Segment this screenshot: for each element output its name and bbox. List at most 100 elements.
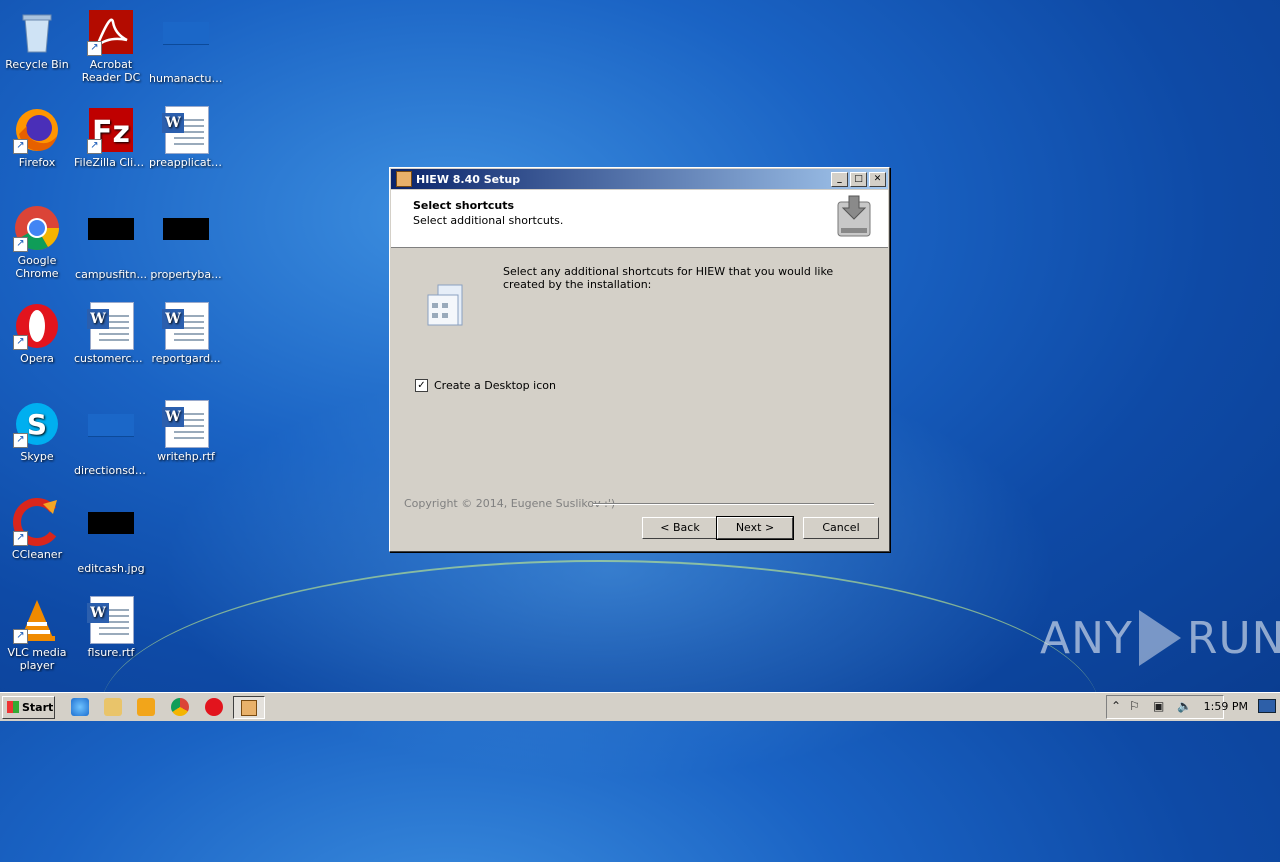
shortcut-arrow-icon: ↗ [13, 335, 28, 350]
desktop-icon-label: writehp.rtf [157, 450, 215, 463]
watermark-left: ANY [1040, 612, 1133, 664]
start-button[interactable]: Start [2, 696, 55, 719]
desktop-icon-label: customercat... [74, 352, 148, 365]
header-subtitle: Select additional shortcuts. [413, 214, 564, 227]
dialog-header: Select shortcuts Select additional short… [391, 190, 888, 248]
desktop-icon-recycle-bin[interactable]: Recycle Bin [0, 8, 74, 71]
setup-taskbar-icon [241, 700, 257, 716]
start-label: Start [22, 701, 54, 714]
desktop-icon-label: Firefox [18, 156, 56, 169]
clock[interactable]: 1:59 PM [1204, 700, 1248, 713]
chrome-icon: ↗ [13, 204, 61, 252]
back-button[interactable]: < Back [642, 517, 718, 539]
ccleaner-icon: ↗ [13, 498, 61, 546]
network-icon[interactable]: ▣ [1153, 699, 1164, 713]
skype-icon: S ↗ [13, 400, 61, 448]
close-button[interactable]: ✕ [869, 171, 886, 187]
desktop-icon-customercat[interactable]: W customercat... [74, 302, 148, 365]
desktop-icon-label: reportgard... [151, 352, 221, 365]
divider [593, 503, 874, 505]
image-icon [87, 218, 135, 266]
recycle-bin-icon [13, 8, 61, 56]
opera-icon: ↗ [13, 302, 61, 350]
desktop-icon-label: Acrobat Reader DC [81, 58, 141, 84]
desktop-icon-label: flsure.rtf [87, 646, 135, 659]
firefox-icon: ↗ [13, 106, 61, 154]
ie-taskbar-icon[interactable] [71, 698, 89, 716]
desktop-icon-vlc[interactable]: ↗ VLC media player [0, 596, 74, 672]
shortcut-arrow-icon: ↗ [13, 433, 28, 448]
anyrun-watermark: ANY RUN [1040, 610, 1280, 666]
shortcut-arrow-icon: ↗ [13, 629, 28, 644]
chrome-taskbar-icon[interactable] [171, 698, 189, 716]
desktop-icon-editcash[interactable]: editcash.jpg [74, 498, 148, 575]
explorer-taskbar-icon[interactable] [104, 698, 122, 716]
opera-taskbar-icon[interactable] [205, 698, 223, 716]
chevron-up-icon[interactable]: ⌃ [1111, 699, 1121, 713]
desktop-icon-label: Opera [20, 352, 54, 365]
shortcuts-icon [424, 281, 472, 331]
desktop-icon-acrobat[interactable]: ↗ Acrobat Reader DC [74, 8, 148, 84]
shortcut-arrow-icon: ↗ [13, 139, 28, 154]
media-player-taskbar-icon[interactable] [137, 698, 155, 716]
filezilla-icon: Fz ↗ [87, 106, 135, 154]
desktop-icon-label: VLC media player [7, 646, 67, 672]
desktop-icon-checkbox[interactable]: ✓ Create a Desktop icon [415, 379, 556, 392]
play-triangle-icon [1138, 610, 1181, 666]
acrobat-icon: ↗ [87, 8, 135, 56]
app-icon [396, 171, 412, 187]
setup-dialog: HIEW 8.40 Setup _ □ ✕ Select shortcuts S… [389, 167, 890, 552]
desktop-icon-humanactua[interactable]: humanactua... [149, 8, 223, 85]
checkbox-label: Create a Desktop icon [434, 379, 556, 392]
hiew-setup-taskbar-button[interactable] [233, 696, 265, 719]
flag-icon[interactable]: ⚐ [1129, 699, 1140, 713]
checkbox-check-icon[interactable]: ✓ [415, 379, 428, 392]
desktop-icon-preapplicati[interactable]: W preapplicati... [149, 106, 223, 169]
desktop-icon-label: editcash.jpg [77, 562, 145, 575]
desktop-icon-skype[interactable]: S ↗ Skype [0, 400, 74, 463]
shortcut-arrow-icon: ↗ [13, 237, 28, 252]
desktop-icon-chrome[interactable]: ↗ Google Chrome [0, 204, 74, 280]
dialog-title: HIEW 8.40 Setup [416, 172, 521, 186]
next-button[interactable]: Next > [716, 516, 794, 540]
shortcut-arrow-icon: ↗ [87, 139, 102, 154]
cancel-button[interactable]: Cancel [803, 517, 879, 539]
image-icon [162, 218, 210, 266]
desktop-icon-flsure[interactable]: W flsure.rtf [74, 596, 148, 659]
file-icon [87, 414, 135, 462]
desktop-icon-label: preapplicati... [149, 156, 223, 169]
file-icon [162, 22, 210, 70]
install-disk-icon [836, 194, 872, 238]
shortcut-arrow-icon: ↗ [87, 41, 102, 56]
desktop-icon-label: Skype [20, 450, 54, 463]
shortcuts-description: Select any additional shortcuts for HIEW… [503, 265, 834, 291]
dialog-titlebar[interactable]: HIEW 8.40 Setup _ □ ✕ [391, 169, 888, 189]
windows-logo-icon [7, 701, 19, 713]
desktop-icon-filezilla[interactable]: Fz ↗ FileZilla Client [74, 106, 148, 169]
desktop-icon-propertyba[interactable]: propertyba... [149, 204, 223, 281]
desktop-icon-directionsdri[interactable]: directionsdri... [74, 400, 148, 477]
desktop-icon-reportgard[interactable]: W reportgard... [149, 302, 223, 365]
image-icon [87, 512, 135, 560]
watermark-right: RUN [1186, 612, 1280, 664]
word-doc-icon: W [162, 302, 210, 350]
show-desktop-icon[interactable] [1258, 699, 1276, 713]
desktop-icon-opera[interactable]: ↗ Opera [0, 302, 74, 365]
volume-icon[interactable]: 🔈 [1177, 699, 1192, 713]
desktop-icon-campusfitn[interactable]: campusfitn... [74, 204, 148, 281]
desktop-icon-label: CCleaner [11, 548, 63, 561]
word-doc-icon: W [162, 400, 210, 448]
svg-text:S: S [27, 408, 47, 441]
desktop-icon-writehp[interactable]: W writehp.rtf [149, 400, 223, 463]
maximize-button[interactable]: □ [850, 171, 867, 187]
desktop-icon-label: Recycle Bin [5, 58, 69, 71]
desktop-icon-label: FileZilla Client [74, 156, 148, 169]
desktop-icon-firefox[interactable]: ↗ Firefox [0, 106, 74, 169]
taskbar: Start ⌃ ⚐ ▣ 🔈 1:59 PM [0, 692, 1280, 721]
desktop-icon-label: campusfitn... [75, 268, 147, 281]
desktop-icon-ccleaner[interactable]: ↗ CCleaner [0, 498, 74, 561]
word-doc-icon: W [87, 302, 135, 350]
word-doc-icon: W [87, 596, 135, 644]
minimize-button[interactable]: _ [831, 171, 848, 187]
shortcut-arrow-icon: ↗ [13, 531, 28, 546]
